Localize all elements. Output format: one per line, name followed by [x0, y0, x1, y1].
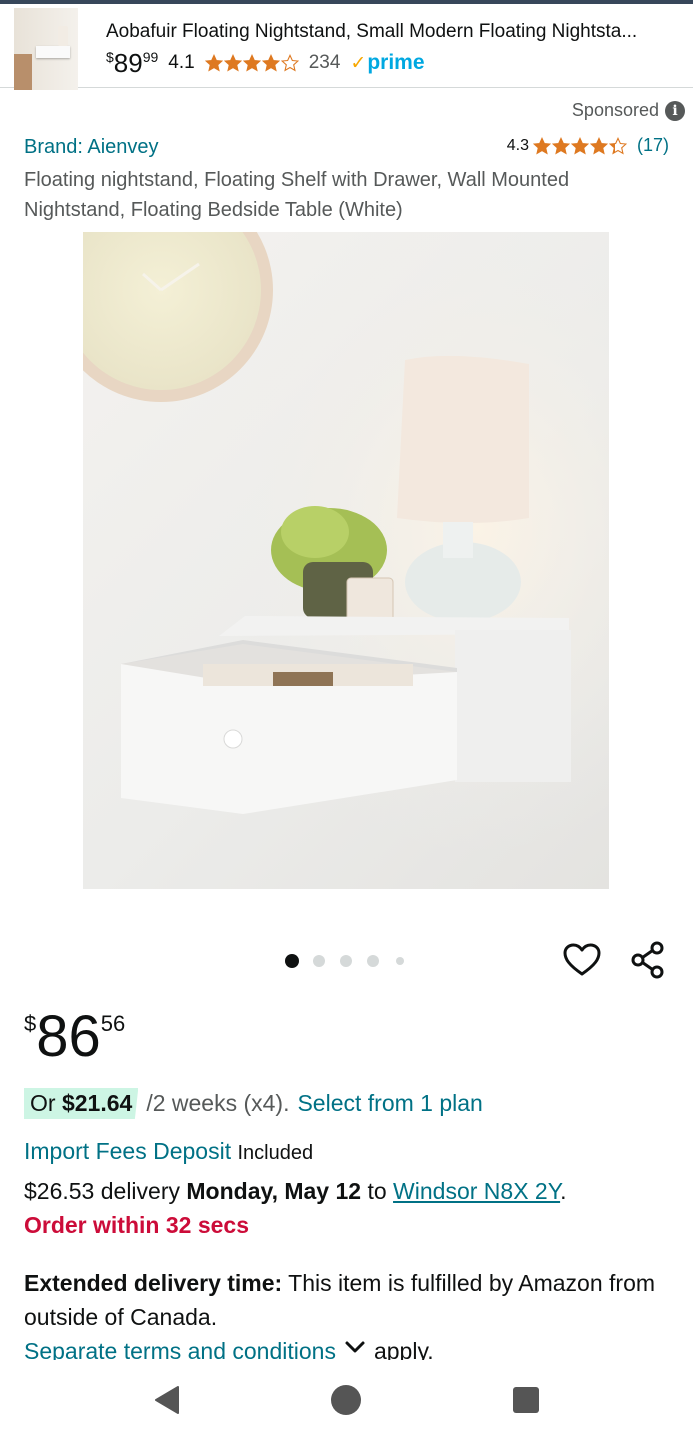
brand-link[interactable]: Brand: Aienvey [24, 136, 159, 159]
ad-star-rating [532, 136, 627, 155]
price-whole: 86 [36, 1004, 101, 1069]
sticky-price-fraction: 99 [142, 48, 159, 65]
sticky-rating-value: 4.1 [168, 52, 195, 73]
info-icon[interactable]: i [665, 100, 685, 121]
delivery-cost: $26.53 delivery [24, 1178, 187, 1204]
installment-term: /2 weeks (x4). [146, 1090, 290, 1116]
sticky-price: $89 99 [106, 48, 158, 79]
heart-icon[interactable] [562, 940, 602, 980]
product-image[interactable] [83, 232, 609, 889]
sticky-review-count[interactable]: 234 [309, 52, 341, 74]
sticky-price-whole: 89 [113, 47, 143, 78]
star-icon [532, 136, 551, 154]
carousel-dot[interactable] [367, 955, 379, 967]
sticky-price-currency: $ [106, 48, 114, 65]
delivery-info: $26.53 delivery Monday, May 12 to Windso… [24, 1178, 566, 1205]
carousel-dot[interactable] [340, 955, 352, 967]
prime-label: prime [367, 51, 425, 74]
terms-link[interactable]: Separate terms and conditions [24, 1334, 336, 1360]
terms-row: Separate terms and conditions apply. [24, 1334, 434, 1360]
nightstand-body [455, 630, 571, 782]
sponsored-text: Sponsored [571, 100, 659, 120]
order-countdown: Order within 32 secs [24, 1212, 249, 1238]
prime-check-icon: ✓ [350, 52, 367, 74]
product-title[interactable]: Floating nightstand, Floating Shelf with… [24, 165, 664, 225]
sticky-product-bar[interactable]: Aobafuir Floating Nightstand, Small Mode… [0, 4, 693, 90]
ad-review-count[interactable]: (17) [637, 135, 669, 156]
price: $ 86 56 [24, 1005, 125, 1069]
import-fees-status: Included [237, 1142, 314, 1164]
product-thumbnail[interactable] [14, 8, 78, 90]
recents-square-icon[interactable] [513, 1387, 539, 1413]
import-fees: Import Fees Deposit Included [24, 1138, 313, 1165]
delivery-end: . [560, 1178, 567, 1204]
sticky-star-rating[interactable] [204, 54, 299, 72]
sticky-product-title[interactable]: Aobafuir Floating Nightstand, Small Mode… [106, 21, 681, 43]
ad-rating[interactable]: 4.3 (17) [507, 135, 669, 156]
star-icon [570, 136, 589, 154]
ad-rating-value: 4.3 [506, 136, 529, 154]
sticky-meta-row: $89 99 4.1 234 ✓ prime [106, 48, 425, 78]
carousel-dot[interactable] [396, 957, 404, 965]
home-circle-icon[interactable] [331, 1385, 361, 1415]
extended-delivery-label: Extended delivery time: [24, 1270, 283, 1296]
star-icon [223, 54, 242, 72]
installment-badge: Or $21.64 [24, 1088, 139, 1119]
share-icon[interactable] [628, 940, 668, 980]
installment-plan: Or $21.64 /2 weeks (x4). Select from 1 p… [24, 1088, 483, 1119]
star-icon [261, 54, 280, 72]
star-icon [242, 54, 261, 72]
installment-prefix: Or [30, 1090, 62, 1116]
carousel-dot[interactable] [313, 955, 325, 967]
product-photo-illustration [83, 232, 609, 889]
back-triangle-icon[interactable] [152, 1384, 182, 1416]
chevron-down-icon[interactable] [344, 1334, 366, 1360]
delivery-date: Monday, May 12 [186, 1178, 362, 1204]
star-icon [204, 54, 223, 72]
price-currency: $ [24, 1011, 37, 1036]
star-icon [280, 54, 299, 72]
star-icon [608, 136, 627, 154]
prime-badge: ✓ prime [350, 51, 424, 75]
extended-delivery-notice: Extended delivery time: This item is ful… [24, 1266, 664, 1334]
price-fraction: 56 [100, 1011, 126, 1036]
installment-amount: $21.64 [61, 1090, 133, 1116]
lamp-shade [397, 355, 529, 523]
carousel-dot[interactable] [285, 954, 299, 968]
delivery-to: to [361, 1178, 394, 1204]
star-icon [589, 136, 608, 154]
delivery-location-link[interactable]: Windsor N8X 2Y [393, 1178, 560, 1204]
select-plan-link[interactable]: Select from 1 plan [297, 1090, 482, 1117]
terms-suffix: apply. [373, 1338, 434, 1360]
import-fees-link[interactable]: Import Fees Deposit [24, 1138, 231, 1164]
drawer-knob [223, 729, 243, 749]
sponsored-label[interactable]: Sponsored i [572, 100, 685, 121]
star-icon [551, 136, 570, 154]
